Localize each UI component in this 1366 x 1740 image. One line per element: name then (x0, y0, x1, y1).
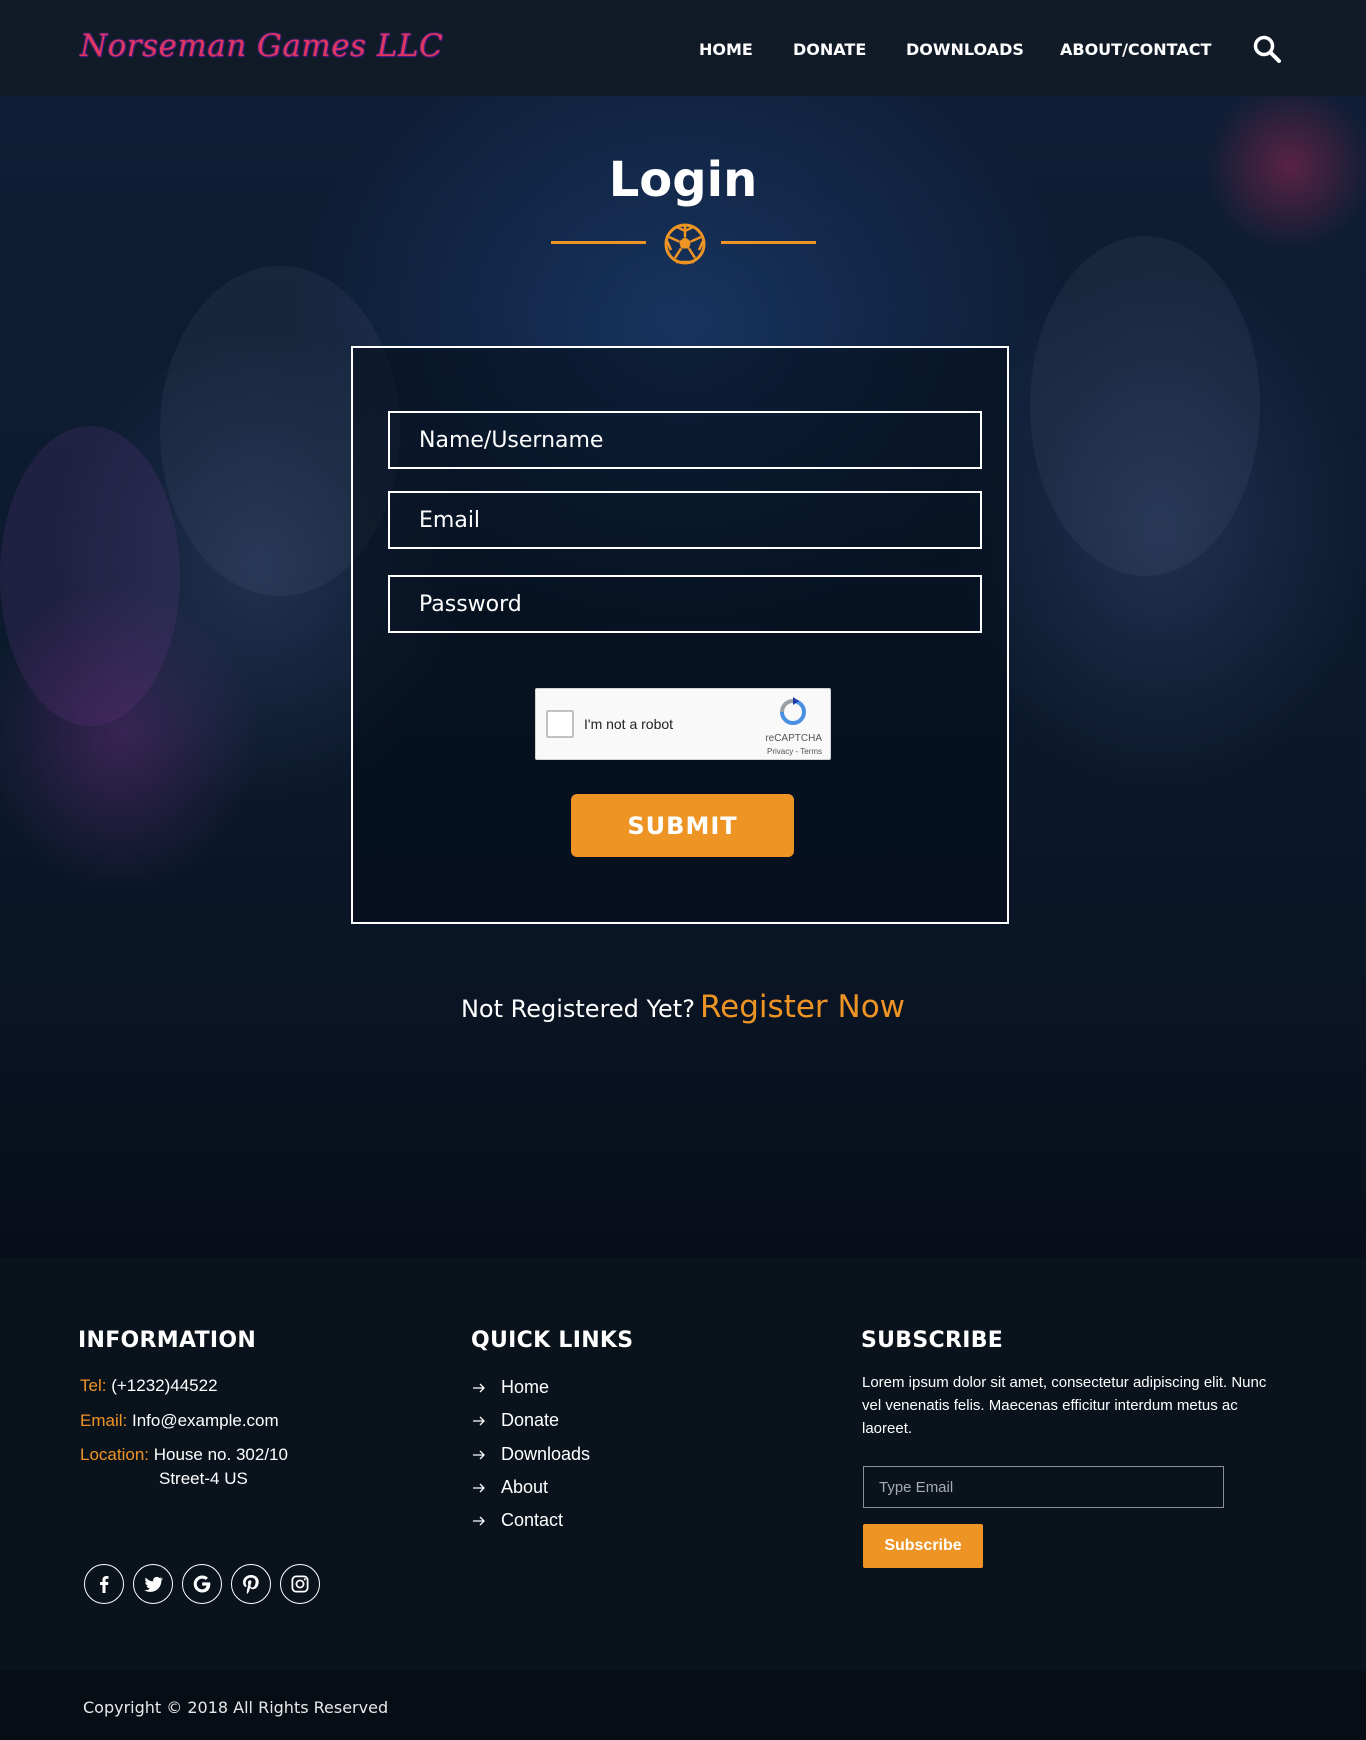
title-divider-left (551, 241, 646, 244)
register-prompt: Not Registered Yet? Register Now (0, 989, 1366, 1025)
hero-section: Login I'm not a robot reCAPTCHA Privacy … (0, 96, 1366, 1258)
quick-link-about[interactable]: About (501, 1477, 548, 1498)
site-header: Norseman Games LLC HOME DONATE DOWNLOADS… (0, 0, 1366, 96)
tel-line: Tel: (+1232)44522 (80, 1376, 218, 1396)
search-icon[interactable] (1252, 34, 1282, 64)
quick-link-home[interactable]: Home (501, 1377, 549, 1398)
login-form: I'm not a robot reCAPTCHA Privacy - Term… (351, 346, 1009, 924)
arrow-right-icon (473, 1450, 485, 1460)
nav-downloads[interactable]: DOWNLOADS (906, 40, 1024, 59)
quick-link-contact[interactable]: Contact (501, 1510, 563, 1531)
location-label: Location: (80, 1445, 149, 1464)
arrow-right-icon (473, 1516, 485, 1526)
soccer-ball-icon (664, 223, 706, 265)
information-heading: INFORMATION (78, 1328, 257, 1353)
background-creature-left (0, 426, 180, 726)
password-input[interactable] (388, 575, 982, 633)
tel-value: (+1232)44522 (111, 1376, 218, 1395)
twitter-icon[interactable] (133, 1564, 173, 1604)
location-value-line1: House no. 302/10 (153, 1445, 288, 1464)
submit-button[interactable]: SUBMIT (571, 794, 794, 857)
pinterest-icon[interactable] (231, 1564, 271, 1604)
copyright-text: Copyright © 2018 All Rights Reserved (83, 1698, 389, 1717)
facebook-icon[interactable] (84, 1564, 124, 1604)
background-character-right (1030, 236, 1260, 576)
email-input[interactable] (388, 491, 982, 549)
google-icon[interactable] (182, 1564, 222, 1604)
recaptcha-brand: reCAPTCHA (765, 733, 822, 744)
instagram-icon[interactable] (280, 1564, 320, 1604)
recaptcha-checkbox[interactable] (546, 710, 574, 738)
page-title: Login (608, 152, 758, 208)
quick-link-donate[interactable]: Donate (501, 1410, 559, 1431)
register-now-link[interactable]: Register Now (700, 989, 905, 1025)
subscribe-email-input[interactable] (863, 1466, 1224, 1508)
nav-donate[interactable]: DONATE (793, 40, 866, 59)
register-question: Not Registered Yet? (460, 995, 695, 1023)
email-value[interactable]: Info@example.com (132, 1411, 279, 1430)
recaptcha-label: I'm not a robot (584, 716, 674, 732)
tel-label: Tel: (80, 1376, 107, 1395)
arrow-right-icon (473, 1483, 485, 1493)
site-footer: INFORMATION Tel: (+1232)44522 Email: Inf… (0, 1258, 1366, 1671)
nav-about-contact[interactable]: ABOUT/CONTACT (1060, 40, 1211, 59)
subscribe-description: Lorem ipsum dolor sit amet, consectetur … (862, 1374, 1267, 1437)
quick-links-heading: QUICK LINKS (471, 1328, 634, 1353)
email-label: Email: (80, 1411, 128, 1430)
location-value-line2: Street-4 US (159, 1469, 248, 1488)
recaptcha-terms-link[interactable]: Privacy - Terms (767, 747, 822, 756)
nav-home[interactable]: HOME (699, 40, 753, 59)
copyright-bar: Copyright © 2018 All Rights Reserved (0, 1671, 1366, 1740)
quick-link-downloads[interactable]: Downloads (501, 1444, 590, 1465)
subscribe-heading: SUBSCRIBE (861, 1328, 1004, 1353)
recaptcha-logo-icon (780, 697, 806, 725)
site-logo[interactable]: Norseman Games LLC (80, 28, 443, 64)
arrow-right-icon (473, 1416, 485, 1426)
title-divider-right (721, 241, 816, 244)
username-input[interactable] (388, 411, 982, 469)
recaptcha-widget: I'm not a robot reCAPTCHA Privacy - Term… (535, 688, 831, 760)
email-line: Email: Info@example.com (80, 1411, 279, 1431)
subscribe-button[interactable]: Subscribe (863, 1524, 983, 1568)
arrow-right-icon (473, 1383, 485, 1393)
location-line: Location: House no. 302/10 (80, 1445, 288, 1465)
